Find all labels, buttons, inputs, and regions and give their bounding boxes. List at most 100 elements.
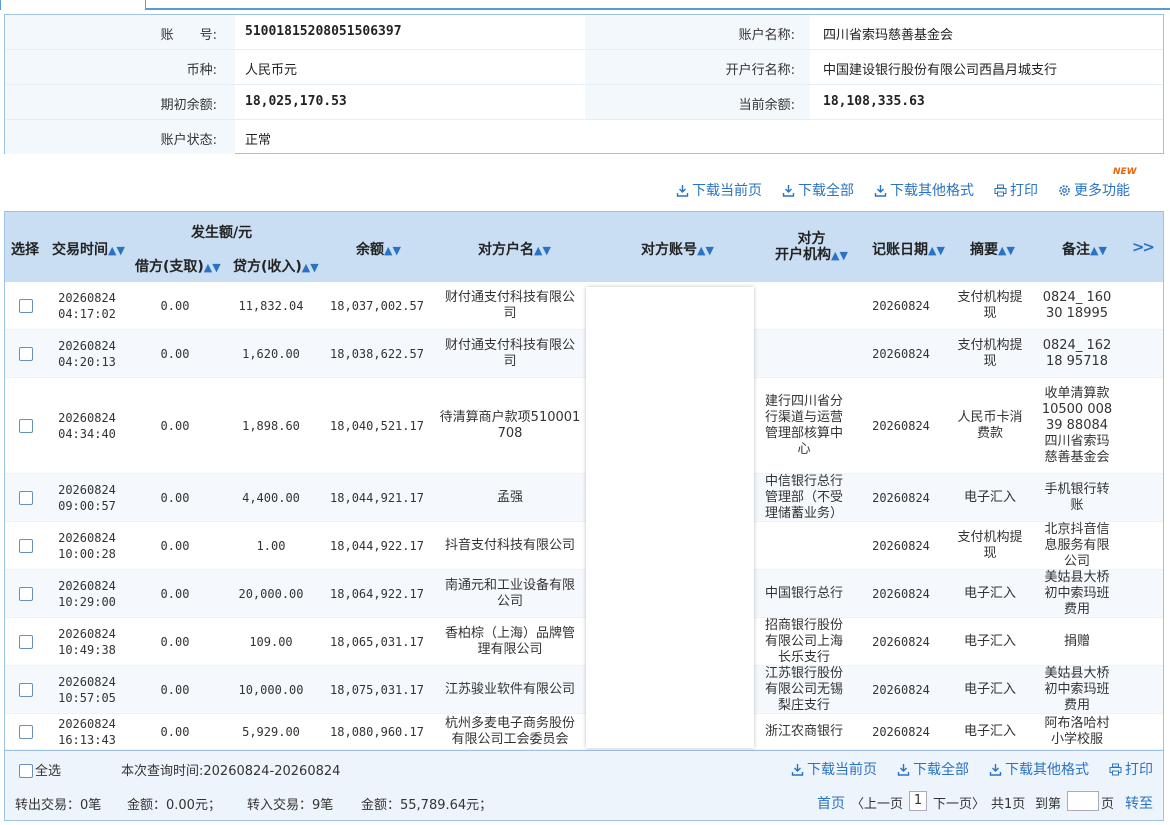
goto-page-input[interactable] — [1067, 791, 1099, 811]
cell-bank: 中信银行总行管理部（不受理储蓄业务） — [764, 473, 843, 521]
header-counterparty-account[interactable]: 对方账号▲▼ — [641, 239, 714, 259]
select-all-label: 全选 — [35, 764, 62, 779]
row-checkbox[interactable] — [19, 634, 33, 649]
row-checkbox[interactable] — [19, 586, 33, 601]
redacted-account-column — [586, 287, 754, 748]
cell-credit: 1,898.60 — [242, 418, 300, 433]
header-time[interactable]: 交易时间▲▼ — [52, 239, 125, 259]
row-checkbox[interactable] — [19, 346, 33, 361]
row-checkbox[interactable] — [19, 682, 33, 697]
cell-time: 20260824 10:49:38 — [47, 618, 127, 665]
row-select-cell — [5, 714, 47, 749]
prev-page-link[interactable]: 〈上一页 — [851, 793, 903, 812]
cell-summary: 支付机构提现 — [957, 289, 1023, 321]
header-remark[interactable]: 备注▲▼ — [1062, 239, 1107, 259]
cell-time-date: 20260824 — [58, 626, 116, 641]
cell-credit: 10,000.00 — [238, 682, 304, 697]
cell-debit: 0.00 — [160, 418, 190, 433]
cell-summary: 支付机构提现 — [957, 529, 1023, 561]
cell-debit: 0.00 — [160, 682, 190, 697]
cell-name: 抖音支付科技有限公司 — [444, 537, 575, 553]
table-row[interactable]: 20260824 04:34:40 0.00 1,898.60 18,040,521.1… — [5, 378, 1163, 474]
cell-credit: 109.00 — [249, 634, 293, 649]
download-page-button[interactable]: 下载当前页 — [676, 180, 762, 200]
goto-button[interactable]: 转至 — [1125, 793, 1153, 813]
cell-remark: 收单清算款 10500 00839 88084 四川省索玛慈善基金会 — [1041, 385, 1113, 465]
table-row[interactable]: 20260824 10:49:38 0.00 109.00 18,065,031.17 香… — [5, 618, 1163, 666]
current-balance-value: 18,108,335.63 — [823, 94, 925, 109]
more-functions-button[interactable]: 更多功能 — [1058, 180, 1130, 200]
footer-download-other-button[interactable]: 下载其他格式 — [989, 759, 1089, 779]
account-row-2: 币种: 人民币元 开户行名称: 中国建设银行股份有限公司西昌月城支行 — [5, 50, 1163, 85]
header-counterparty-bank-line2: 开户机构 — [775, 247, 831, 263]
transactions-table: 选择 交易时间▲▼ 发生额/元 借方(支取)▲▼ 贷方(收入)▲▼ 余额▲▼ 对… — [4, 211, 1164, 751]
row-checkbox[interactable] — [19, 538, 33, 553]
header-credit[interactable]: 贷方(收入)▲▼ — [233, 256, 319, 276]
account-no-label: 账 号: — [160, 28, 217, 43]
header-debit[interactable]: 借方(支取)▲▼ — [135, 256, 221, 276]
row-checkbox[interactable] — [19, 490, 33, 505]
cell-remark: 手机银行转账 — [1044, 481, 1110, 513]
cell-credit: 1,620.00 — [242, 346, 300, 361]
account-row-3: 期初余额: 18,025,170.53 当前余额: 18,108,335.63 — [5, 85, 1163, 120]
account-row-4: 账户状态: 正常 — [5, 120, 1163, 155]
download-all-button[interactable]: 下载全部 — [782, 180, 854, 200]
cell-bank: 中国银行总行 — [764, 585, 843, 601]
page-unit-label: 页 — [1101, 797, 1115, 812]
cell-time-clock: 10:29:00 — [58, 594, 116, 609]
tab-underline — [0, 8, 1170, 10]
cell-summary: 电子汇入 — [963, 723, 1016, 739]
cell-time-date: 20260824 — [58, 290, 116, 305]
goto-label: 到第 — [1035, 797, 1062, 812]
select-all-checkbox[interactable] — [19, 764, 33, 778]
first-page-link[interactable]: 首页 — [817, 793, 845, 813]
current-page-number: 1 — [909, 791, 927, 811]
cell-name: 孟强 — [496, 489, 523, 505]
next-page-link[interactable]: 下一页〉 — [933, 793, 985, 812]
table-row[interactable]: 20260824 04:17:02 0.00 11,832.04 18,037,002.… — [5, 282, 1163, 330]
cell-time: 20260824 04:34:40 — [47, 378, 127, 473]
print-button[interactable]: 打印 — [994, 180, 1038, 200]
cell-bank: 浙江农商银行 — [764, 723, 843, 739]
download-all-label: 下载全部 — [798, 183, 854, 199]
cell-remark: 0824_ 16030 18995 — [1042, 289, 1112, 321]
header-balance-label: 余额 — [356, 242, 384, 258]
header-counterparty-bank[interactable]: 对方 开户机构▲▼ — [775, 231, 848, 264]
select-all-control[interactable]: 全选 — [19, 760, 61, 779]
cell-remark: 美姑县大桥初中索玛班费用 — [1044, 569, 1110, 617]
download-icon — [989, 764, 1002, 776]
download-page-label: 下载当前页 — [692, 183, 762, 199]
cell-time: 20260824 04:20:13 — [47, 330, 127, 377]
expand-columns-icon[interactable]: >> — [1132, 238, 1155, 256]
cell-debit: 0.00 — [160, 634, 190, 649]
cell-debit: 0.00 — [160, 298, 190, 313]
cell-balance: 18,044,922.17 — [330, 538, 424, 553]
cell-balance: 18,064,922.17 — [330, 586, 424, 601]
cell-date: 20260824 — [872, 418, 930, 433]
download-other-button[interactable]: 下载其他格式 — [874, 180, 974, 200]
header-balance[interactable]: 余额▲▼ — [356, 239, 401, 259]
table-row[interactable]: 20260824 10:00:28 0.00 1.00 18,044,922.17 抖音支… — [5, 522, 1163, 570]
header-post-date[interactable]: 记账日期▲▼ — [872, 239, 945, 259]
footer-download-other-label: 下载其他格式 — [1005, 762, 1089, 778]
active-tab[interactable] — [0, 0, 146, 10]
table-row[interactable]: 20260824 10:57:05 0.00 10,000.00 18,075,031.… — [5, 666, 1163, 714]
row-checkbox[interactable] — [19, 418, 33, 433]
row-checkbox[interactable] — [19, 298, 33, 313]
row-checkbox[interactable] — [19, 724, 33, 739]
cell-summary: 电子汇入 — [963, 681, 1016, 697]
goto-page-box[interactable] — [1067, 791, 1099, 811]
cell-name: 南通元和工业设备有限公司 — [444, 577, 575, 609]
header-counterparty-name-label: 对方户名 — [478, 242, 534, 258]
cell-debit: 0.00 — [160, 538, 190, 553]
header-summary[interactable]: 摘要▲▼ — [970, 239, 1015, 259]
footer-print-button[interactable]: 打印 — [1109, 759, 1153, 779]
footer-download-page-button[interactable]: 下载当前页 — [791, 759, 877, 779]
table-row[interactable]: 20260824 04:20:13 0.00 1,620.00 18,038,622.5… — [5, 330, 1163, 378]
table-row[interactable]: 20260824 09:00:57 0.00 4,400.00 18,044,921.1… — [5, 474, 1163, 522]
footer-download-all-button[interactable]: 下载全部 — [897, 759, 969, 779]
table-row[interactable]: 20260824 10:29:00 0.00 20,000.00 18,064,922.… — [5, 570, 1163, 618]
header-counterparty-name[interactable]: 对方户名▲▼ — [478, 239, 551, 259]
toolbar: 下载当前页 下载全部 下载其他格式 打印 更多功能 — [0, 180, 1170, 202]
table-row[interactable]: 20260824 16:13:43 0.00 5,929.00 18,080,960.1… — [5, 714, 1163, 750]
